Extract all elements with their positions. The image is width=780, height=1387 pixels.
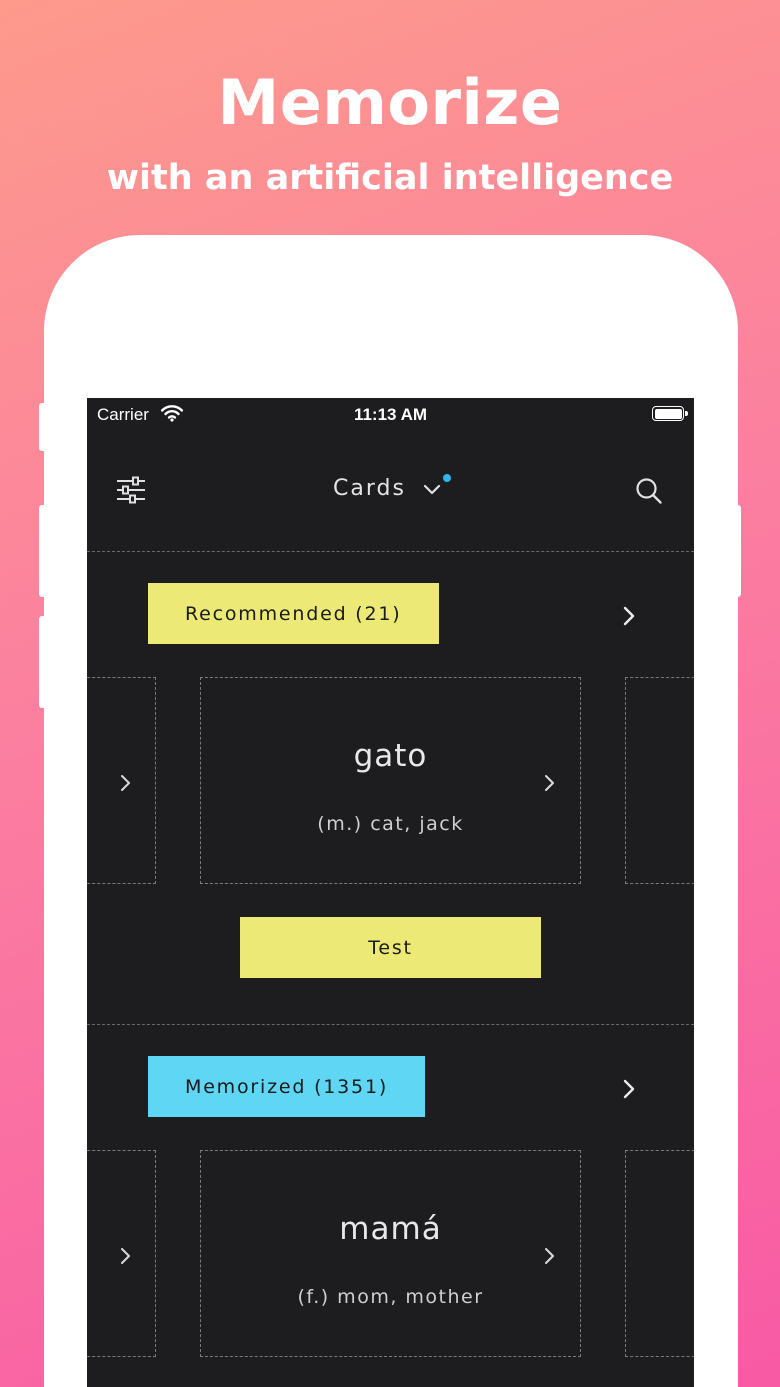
phone-volume-down (39, 616, 47, 708)
previous-card[interactable] (87, 677, 156, 884)
phone-silent-switch (39, 403, 47, 451)
divider (87, 1024, 694, 1025)
search-icon[interactable] (635, 477, 663, 505)
battery-icon (652, 406, 688, 421)
test-button[interactable]: Test (240, 917, 541, 978)
next-card[interactable] (625, 1150, 694, 1357)
chevron-down-icon[interactable] (423, 482, 441, 496)
flashcard[interactable]: mamá (f.) mom, mother (200, 1150, 581, 1357)
chevron-right-icon (118, 1245, 134, 1267)
phone-volume-up (39, 505, 47, 597)
app-screen: Carrier 11:13 AM Cards Recommended (21) … (87, 398, 694, 1387)
nav-bar: Cards (87, 450, 694, 530)
memorized-tag[interactable]: Memorized (1351) (148, 1056, 425, 1117)
status-bar: Carrier 11:13 AM (87, 398, 694, 430)
chevron-right-icon[interactable] (621, 605, 637, 627)
status-time: 11:13 AM (353, 405, 428, 424)
divider (87, 551, 694, 552)
promo-subheadline: with an artificial intelligence (106, 158, 674, 198)
nav-title-cards[interactable]: Cards (333, 476, 406, 501)
phone-power-button (733, 505, 741, 597)
flashcard[interactable]: gato (m.) cat, jack (200, 677, 581, 884)
notification-dot (443, 474, 451, 482)
chevron-right-icon[interactable] (542, 772, 558, 794)
card-meaning: (f.) mom, mother (297, 1286, 484, 1308)
promo-headline: Memorize (217, 66, 563, 139)
previous-card[interactable] (87, 1150, 156, 1357)
card-meaning: (m.) cat, jack (317, 813, 464, 835)
card-word: mamá (339, 1211, 442, 1247)
chevron-right-icon[interactable] (542, 1245, 558, 1267)
recommended-tag[interactable]: Recommended (21) (148, 583, 439, 644)
chevron-right-icon (118, 772, 134, 794)
filter-sliders-icon[interactable] (115, 475, 147, 505)
chevron-right-icon[interactable] (621, 1078, 637, 1100)
next-card[interactable] (625, 677, 694, 884)
card-word: gato (353, 738, 428, 774)
